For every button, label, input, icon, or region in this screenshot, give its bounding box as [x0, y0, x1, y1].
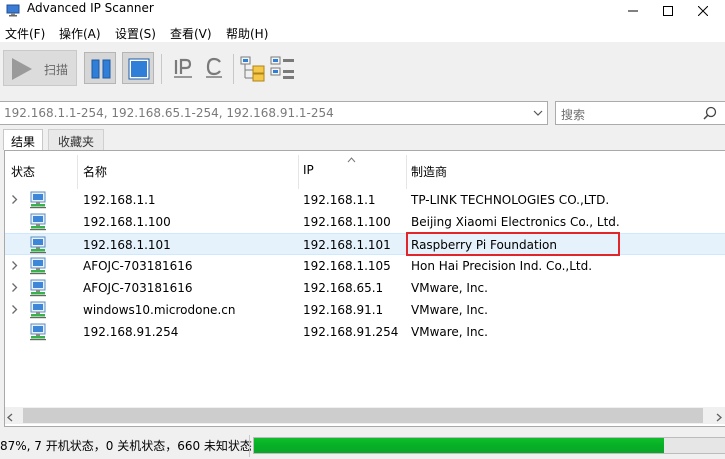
menu-action[interactable]: 操作(A) [59, 25, 101, 42]
table-row[interactable]: AFOJC-703181616 192.168.1.105 Hon Hai Prec… [5, 255, 725, 277]
chevron-right-icon[interactable] [11, 282, 18, 296]
table-row[interactable]: 192.168.1.100 192.168.1.100 Beijing Xiaomi… [5, 211, 725, 233]
column-divider[interactable] [77, 155, 78, 189]
host-online-icon [29, 236, 47, 257]
column-manufacturer[interactable]: 制造商 [411, 163, 447, 180]
scan-label: 扫描 [44, 63, 69, 77]
title-bar: Advanced IP Scanner [0, 0, 725, 22]
cell-ip: 192.168.1.1 [303, 193, 376, 207]
pause-icon [91, 59, 111, 79]
scan-button[interactable]: 扫描 [3, 50, 77, 86]
scan-status-text: 87%, 7 开机状态，0 关机状态，660 未知状态 [0, 439, 252, 453]
tree-expand-icon [240, 56, 265, 82]
cell-ip: 192.168.65.1 [303, 281, 384, 295]
scan-progress-bar [253, 437, 725, 454]
window-title: Advanced IP Scanner [27, 1, 154, 15]
cell-manufacturer: VMware, Inc. [411, 303, 488, 317]
cell-name: 192.168.1.1 [83, 193, 156, 207]
chevron-right-icon[interactable] [11, 304, 18, 318]
cell-name: 192.168.1.100 [83, 215, 171, 229]
search-placeholder: 搜索 [561, 108, 586, 122]
sort-ascending-icon [347, 152, 356, 166]
cell-manufacturer: VMware, Inc. [411, 281, 488, 295]
ip-range-value: 192.168.1.1-254, 192.168.65.1-254, 192.1… [4, 106, 334, 120]
host-online-icon [29, 191, 47, 212]
progress-fill [254, 438, 664, 453]
list-header: 状态 名称 IP 制造商 [5, 151, 725, 189]
cell-manufacturer: Hon Hai Precision Ind. Co.,Ltd. [411, 259, 593, 273]
status-bar: 87%, 7 开机状态，0 关机状态，660 未知状态 [0, 433, 725, 459]
table-row[interactable]: 192.168.1.1 192.168.1.1 TP-LINK TECHNOLOGI… [5, 189, 725, 211]
cell-name: 192.168.91.254 [83, 325, 179, 339]
column-divider[interactable] [298, 155, 299, 189]
tab-strip: 结果 收藏夹 [0, 129, 725, 150]
menu-help[interactable]: 帮助(H) [226, 25, 268, 42]
c-class-button[interactable] [202, 56, 226, 80]
host-online-icon [29, 279, 47, 300]
chevron-right-icon[interactable] [11, 260, 18, 274]
menu-bar: 文件(F) 操作(A) 设置(S) 查看(V) 帮助(H) [0, 22, 725, 42]
horizontal-scrollbar[interactable] [5, 407, 725, 424]
table-row[interactable]: windows10.microdone.cn 192.168.91.1 VMware… [5, 299, 725, 321]
cell-manufacturer: VMware, Inc. [411, 325, 488, 339]
ip-class-button[interactable] [172, 56, 196, 80]
table-row[interactable]: AFOJC-703181616 192.168.65.1 VMware, Inc. [5, 277, 725, 299]
cell-ip: 192.168.91.254 [303, 325, 399, 339]
tree-collapse-icon [270, 56, 294, 79]
cell-ip: 192.168.91.1 [303, 303, 384, 317]
column-status[interactable]: 状态 [11, 163, 35, 180]
results-list: 状态 名称 IP 制造商 192.168.1.1 192.168.1.1 TP-LI… [4, 150, 725, 427]
cell-name: 192.168.1.101 [83, 238, 171, 252]
close-button[interactable] [680, 0, 725, 22]
scroll-right-icon[interactable] [716, 411, 722, 425]
cell-name: windows10.microdone.cn [83, 303, 236, 317]
expand-all-button[interactable] [240, 56, 265, 82]
chevron-down-icon[interactable] [529, 102, 547, 124]
host-online-icon [29, 213, 47, 234]
host-online-icon [29, 257, 47, 278]
app-icon [6, 3, 20, 17]
status-divider [249, 435, 250, 457]
search-input[interactable]: 搜索 [555, 101, 725, 125]
c-icon [206, 57, 222, 78]
cell-ip: 192.168.1.101 [303, 238, 391, 252]
host-online-icon [29, 323, 47, 344]
cell-name: AFOJC-703181616 [83, 281, 193, 295]
host-online-icon [29, 301, 47, 322]
tab-favorites[interactable]: 收藏夹 [48, 129, 104, 150]
table-row[interactable]: 192.168.91.254 192.168.91.254 VMware, Inc. [5, 321, 725, 343]
scroll-left-icon[interactable] [7, 411, 13, 425]
tab-results[interactable]: 结果 [3, 129, 43, 150]
cell-ip: 192.168.1.100 [303, 215, 391, 229]
cell-ip: 192.168.1.105 [303, 259, 391, 273]
cell-name: AFOJC-703181616 [83, 259, 193, 273]
highlight-annotation-box [406, 232, 620, 256]
menu-view[interactable]: 查看(V) [170, 25, 212, 42]
chevron-right-icon[interactable] [11, 194, 18, 208]
play-icon [9, 57, 33, 84]
scrollbar-thumb[interactable] [23, 408, 703, 423]
pause-button[interactable] [84, 52, 116, 84]
cell-manufacturer: Beijing Xiaomi Electronics Co., Ltd. [411, 215, 620, 229]
menu-settings[interactable]: 设置(S) [115, 25, 156, 42]
ip-range-input[interactable]: 192.168.1.1-254, 192.168.65.1-254, 192.1… [0, 101, 548, 125]
cell-manufacturer: TP-LINK TECHNOLOGIES CO.,LTD. [411, 193, 610, 207]
column-name[interactable]: 名称 [83, 163, 107, 180]
stop-icon [128, 58, 150, 80]
menu-file[interactable]: 文件(F) [5, 25, 45, 42]
toolbar-separator [233, 54, 234, 84]
ip-icon [174, 58, 192, 78]
table-row[interactable]: 192.168.1.101 192.168.1.101 Raspberry Pi F… [5, 232, 725, 257]
toolbar-separator [161, 54, 162, 84]
column-ip[interactable]: IP [303, 163, 314, 177]
toolbar: 扫描 [0, 44, 725, 96]
column-divider[interactable] [406, 155, 407, 189]
search-icon[interactable] [703, 106, 717, 123]
collapse-all-button[interactable] [270, 56, 294, 80]
stop-button[interactable] [122, 52, 154, 84]
